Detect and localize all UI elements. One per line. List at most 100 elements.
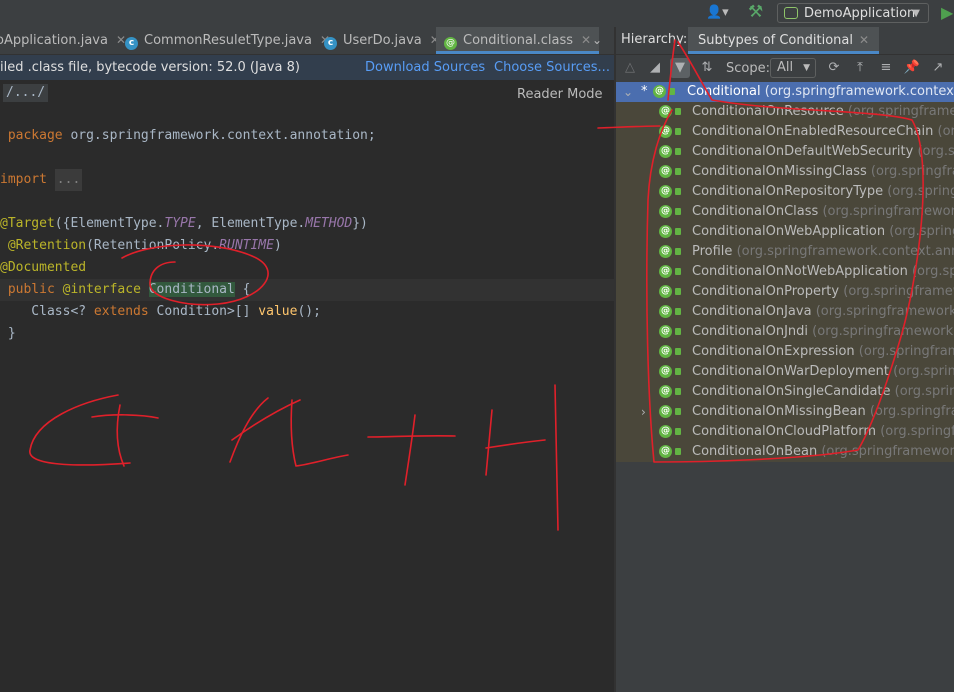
supertype-hierarchy-icon[interactable]: △	[620, 58, 640, 78]
annotation-icon: @	[659, 265, 672, 278]
build-hammer-icon[interactable]: ⚒	[748, 2, 763, 22]
open-in-window-icon[interactable]: ↗	[928, 58, 948, 78]
tab-common-resulet-type[interactable]: cCommonResuletType.java✕	[125, 27, 330, 54]
tree-row-text: ConditionalOnExpression (org.springframe…	[692, 342, 954, 362]
tree-row[interactable]: @ ConditionalOnBean (org.springframework.…	[616, 442, 954, 462]
tree-row[interactable]: @ ConditionalOnClass (org.springframework…	[616, 202, 954, 222]
tree-row-name: ConditionalOnProperty	[692, 284, 840, 299]
tree-row-root[interactable]: ⌄ * @ Conditional (org.springframework.c…	[616, 82, 954, 102]
hierarchy-panel: Hierarchy: Subtypes of Conditional ✕ △ ◢ …	[616, 27, 954, 692]
tree-row[interactable]: @ ConditionalOnDefaultWebSecurity (org.sp…	[616, 142, 954, 162]
code-text: ();	[297, 304, 321, 319]
type-hierarchy-icon[interactable]: ◢	[645, 58, 665, 78]
tree-row-name: ConditionalOnEnabledResourceChain	[692, 124, 934, 139]
annotation: @Target	[0, 216, 55, 231]
scope-select[interactable]: All ▼	[770, 58, 816, 78]
tree-row-package: (org.springframework.boot.autoconfigure.…	[880, 424, 954, 439]
tree-row[interactable]: @ ConditionalOnJava (org.springframework.…	[616, 302, 954, 322]
lock-icon	[675, 228, 681, 235]
tree-row[interactable]: @ ConditionalOnExpression (org.springfram…	[616, 342, 954, 362]
tree-row-package: (org.springframework.boot.autoconfigure.…	[869, 404, 954, 419]
code-text: })	[352, 216, 368, 231]
annotation-icon: @	[659, 165, 672, 178]
keyword: package	[7, 128, 63, 143]
folded-imports[interactable]: ...	[54, 169, 83, 191]
code-text: ({ElementType.	[54, 216, 165, 231]
tree-row-name: ConditionalOnCloudPlatform	[692, 424, 877, 439]
method-name: value	[258, 304, 298, 319]
tree-row[interactable]: @ ConditionalOnNotWebApplication (org.spr…	[616, 262, 954, 282]
tree-row-text: Profile (org.springframework.context.ann…	[692, 242, 954, 262]
tree-row-text: ConditionalOnResource (org.springframewo…	[692, 102, 954, 122]
chevron-down-icon[interactable]: ⌄	[623, 82, 633, 102]
hierarchy-label: Hierarchy:	[621, 32, 688, 47]
tree-row-text: ConditionalOnProperty (org.springframewo…	[692, 282, 954, 302]
tree-row[interactable]: @ ConditionalOnWarDeployment (org.springf…	[616, 362, 954, 382]
run-icon[interactable]: ▶	[941, 3, 953, 22]
decompiled-notice-text: iled .class file, bytecode version: 52.0…	[0, 60, 300, 75]
close-icon[interactable]: ✕	[581, 33, 591, 47]
tree-row[interactable]: @ ConditionalOnCloudPlatform (org.springf…	[616, 422, 954, 442]
tree-row[interactable]: @ ConditionalOnMissingClass (org.springfr…	[616, 162, 954, 182]
reader-mode-toggle[interactable]: Reader Mode	[517, 87, 603, 102]
tab-label: Subtypes of Conditional	[698, 33, 853, 48]
tree-row[interactable]: › @ ConditionalOnMissingBean (org.springfr…	[616, 402, 954, 422]
tree-row-package: (org.springframework.boot.autoconfigure.…	[917, 144, 954, 159]
tree-row-text: ConditionalOnEnabledResourceChain (org.s…	[692, 122, 954, 142]
tab-conditional-class[interactable]: @ Conditional.class ✕	[436, 27, 600, 54]
subtype-hierarchy-icon[interactable]: ▼	[670, 58, 690, 78]
tree-row-text: Conditional (org.springframework.context…	[687, 82, 954, 102]
pin-icon[interactable]: 📌	[902, 58, 922, 78]
package-name: org.springframework.context.annotation;	[62, 128, 376, 143]
tabs-dropdown-icon[interactable]: ⌄	[592, 27, 602, 54]
star-icon: *	[641, 84, 648, 99]
export-icon[interactable]: ⤒	[850, 58, 870, 78]
user-icon[interactable]: 👤▾	[706, 5, 729, 20]
tree-row-text: ConditionalOnSingleCandidate (org.spring…	[692, 382, 954, 402]
tree-row[interactable]: @ ConditionalOnWebApplication (org.spring…	[616, 222, 954, 242]
tab-demo-application[interactable]: oApplication.java ✕	[0, 27, 126, 54]
keyword: extends	[93, 304, 149, 319]
tree-row-name: ConditionalOnRepositoryType	[692, 184, 884, 199]
refresh-icon[interactable]: ⟳	[824, 58, 844, 78]
tree-row[interactable]: @ ConditionalOnSingleCandidate (org.sprin…	[616, 382, 954, 402]
tree-row-text: ConditionalOnRepositoryType (org.springf…	[692, 182, 954, 202]
chevron-down-icon: ▼	[912, 8, 920, 19]
code-line-documented: @Documented	[0, 257, 614, 279]
tab-subtypes-of-conditional[interactable]: Subtypes of Conditional ✕	[688, 27, 880, 54]
keyword: @interface	[62, 282, 141, 297]
annotation: @Retention	[7, 238, 87, 253]
interface-name[interactable]: Conditional	[148, 282, 235, 297]
code-line-import: import ...	[0, 169, 614, 191]
tree-row[interactable]: @ Profile (org.springframework.context.an…	[616, 242, 954, 262]
tab-label: Conditional.class	[463, 33, 574, 48]
tree-row-text: ConditionalOnCloudPlatform (org.springfr…	[692, 422, 954, 442]
expand-all-icon[interactable]: ≡	[876, 58, 896, 78]
tree-row[interactable]: @ ConditionalOnJndi (org.springframework.…	[616, 322, 954, 342]
choose-sources-link[interactable]: Choose Sources...	[494, 55, 610, 80]
annotation-icon: @	[659, 385, 672, 398]
lock-icon	[675, 348, 681, 355]
run-configuration-select[interactable]: DemoApplication ▼	[777, 3, 929, 23]
tree-row-name: ConditionalOnBean	[692, 444, 818, 459]
lock-icon	[669, 88, 675, 95]
tree-row-package: (org.springframework.boot.autoconfigure.…	[821, 444, 954, 459]
download-sources-link[interactable]: Download Sources	[365, 55, 485, 80]
code-text: )	[273, 238, 282, 253]
breadcrumb-path[interactable]: /.../	[3, 84, 49, 102]
chevron-right-icon[interactable]: ›	[641, 402, 646, 422]
tree-row[interactable]: @ ConditionalOnRepositoryType (org.spring…	[616, 182, 954, 202]
tree-row-name: ConditionalOnWarDeployment	[692, 364, 889, 379]
close-icon[interactable]: ✕	[859, 33, 869, 47]
tree-row-text: ConditionalOnClass (org.springframework.…	[692, 202, 954, 222]
annotation-icon: @	[653, 85, 666, 98]
hierarchy-header: Hierarchy: Subtypes of Conditional ✕	[616, 27, 954, 55]
tree-row[interactable]: @ ConditionalOnResource (org.springframew…	[616, 102, 954, 122]
tree-row[interactable]: @ ConditionalOnProperty (org.springframew…	[616, 282, 954, 302]
code-line-retention: @Retention(RetentionPolicy.RUNTIME)	[0, 235, 614, 257]
tree-row[interactable]: @ ConditionalOnEnabledResourceChain (org.…	[616, 122, 954, 142]
annotation-icon: @	[659, 405, 672, 418]
tab-user-do[interactable]: c UserDo.java ✕	[324, 27, 440, 54]
tree-row-name: Conditional	[687, 84, 761, 99]
sort-alphabetically-icon[interactable]: ⇅	[697, 58, 717, 78]
